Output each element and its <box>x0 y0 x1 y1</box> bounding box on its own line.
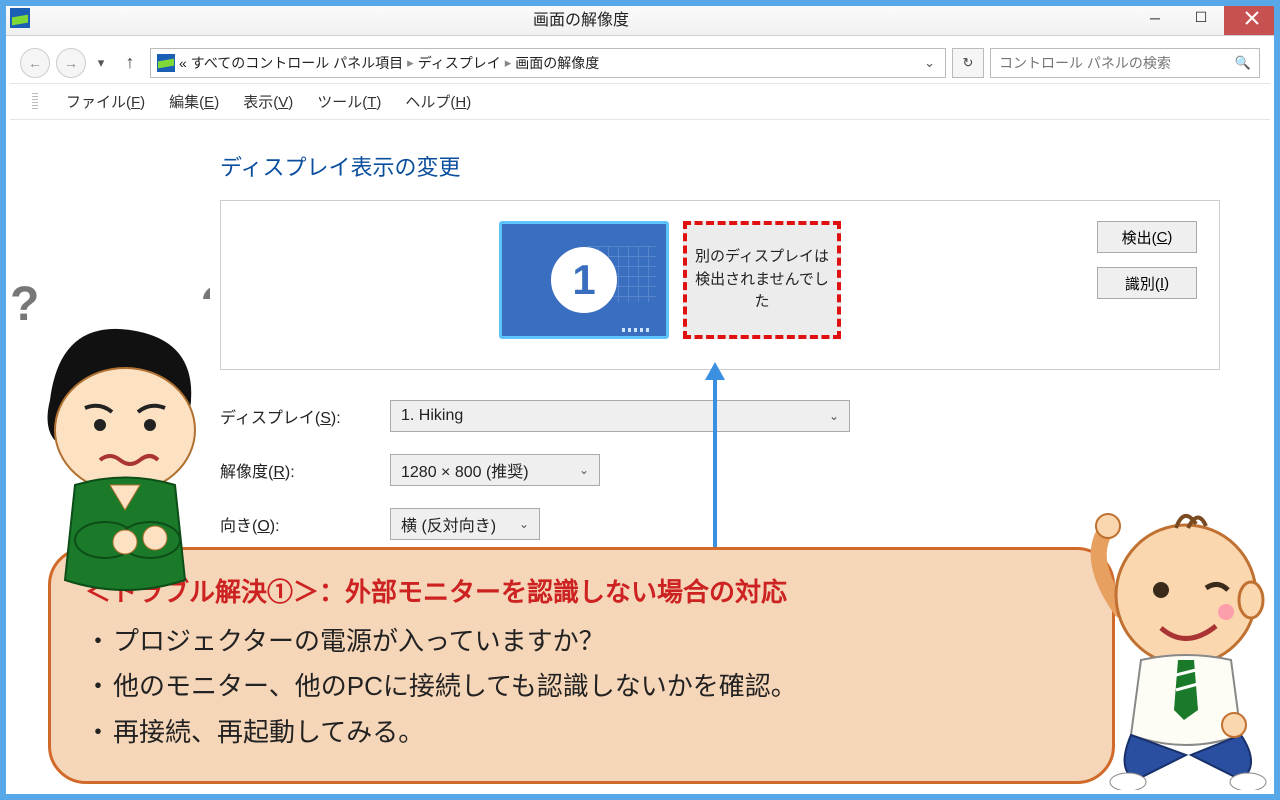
minimize-button[interactable]: ─ <box>1132 0 1178 35</box>
callout-title: ＜トラブル解決①＞：外部モニターを認識しない場合の対応 <box>85 572 1078 609</box>
resolution-label: 解像度(R): <box>220 458 390 482</box>
resolution-combobox[interactable]: 1280 × 800 (推奨) ⌄ <box>390 454 600 486</box>
maximize-button[interactable]: ☐ <box>1178 0 1224 35</box>
callout-item: プロジェクターの電源が入っていますか？ <box>113 619 1078 665</box>
breadcrumb-item[interactable]: 画面の解像度 <box>515 53 599 73</box>
nav-history-dropdown[interactable]: ▾ <box>92 55 110 71</box>
breadcrumb-prefix: « <box>179 55 187 71</box>
navigation-bar: ← → ▾ ↑ « すべてのコントロール パネル項目 ▸ ディスプレイ ▸ 画面… <box>10 42 1270 84</box>
monitor-primary[interactable]: 1 <box>499 221 669 339</box>
detect-button[interactable]: 検出(C) <box>1097 221 1197 253</box>
address-bar[interactable]: « すべてのコントロール パネル項目 ▸ ディスプレイ ▸ 画面の解像度 ⌄ <box>150 48 946 78</box>
display-combobox[interactable]: 1. Hiking ⌄ <box>390 400 850 432</box>
search-box[interactable]: 🔍 <box>990 48 1260 78</box>
window-title: 画面の解像度 <box>30 6 1132 30</box>
menu-bar: ファイル(F) 編集(E) 表示(V) ツール(T) ヘルプ(H) <box>10 84 1270 120</box>
menu-file[interactable]: ファイル(F) <box>66 91 145 112</box>
chevron-right-icon: ▸ <box>407 55 414 71</box>
display-value: 1. Hiking <box>401 407 463 425</box>
breadcrumb-item[interactable]: ディスプレイ <box>418 53 501 73</box>
chevron-right-icon: ▸ <box>505 55 512 71</box>
callout-list: プロジェクターの電源が入っていますか？ 他のモニター、他のPCに接続しても認識し… <box>85 619 1078 756</box>
refresh-button[interactable]: ↻ <box>952 48 984 78</box>
svg-text:?: ? <box>10 280 39 331</box>
svg-text:?: ? <box>200 280 210 344</box>
annotation-arrow-line <box>713 378 717 556</box>
monitor-number-badge: 1 <box>551 247 617 313</box>
chevron-down-icon: ⌄ <box>519 517 529 531</box>
menu-view[interactable]: 表示(V) <box>243 91 293 112</box>
control-panel-icon <box>157 54 175 72</box>
orientation-label: 向き(O): <box>220 512 390 536</box>
menu-help[interactable]: ヘルプ(H) <box>405 91 471 112</box>
search-input[interactable] <box>999 55 1235 71</box>
app-icon <box>10 8 30 28</box>
nav-back-button[interactable]: ← <box>20 48 50 78</box>
orientation-value: 横 (反対向き) <box>401 512 496 536</box>
search-icon[interactable]: 🔍 <box>1235 55 1251 71</box>
character-happy <box>1066 500 1280 790</box>
menu-edit[interactable]: 編集(E) <box>169 91 219 112</box>
address-dropdown-icon[interactable]: ⌄ <box>920 55 939 71</box>
display-arrangement-panel: 1 別のディスプレイは検出されませんでした 検出(C) 識別(I) <box>220 200 1220 370</box>
section-title: ディスプレイ表示の変更 <box>220 150 1220 182</box>
close-button[interactable] <box>1224 0 1280 35</box>
monitor-not-detected[interactable]: 別のディスプレイは検出されませんでした <box>683 221 841 339</box>
orientation-combobox[interactable]: 横 (反対向き) ⌄ <box>390 508 540 540</box>
menu-tools[interactable]: ツール(T) <box>317 91 381 112</box>
nav-forward-button[interactable]: → <box>56 48 86 78</box>
nav-up-button[interactable]: ↑ <box>116 49 144 77</box>
breadcrumb-item[interactable]: すべてのコントロール パネル項目 <box>191 53 403 73</box>
callout-item: 他のモニター、他のPCに接続しても認識しないかを確認。 <box>113 664 1078 710</box>
display-label: ディスプレイ(S): <box>220 404 390 428</box>
window-titlebar: 画面の解像度 ─ ☐ <box>0 0 1280 36</box>
callout-item: 再接続、再起動してみる。 <box>113 710 1078 756</box>
menu-grip <box>32 93 38 111</box>
chevron-down-icon: ⌄ <box>829 409 839 423</box>
character-confused: ? ? <box>0 280 210 600</box>
not-detected-text: 別のディスプレイは検出されませんでした <box>695 246 829 314</box>
chevron-down-icon: ⌄ <box>579 463 589 477</box>
resolution-value: 1280 × 800 (推奨) <box>401 458 529 482</box>
identify-button[interactable]: 識別(I) <box>1097 267 1197 299</box>
